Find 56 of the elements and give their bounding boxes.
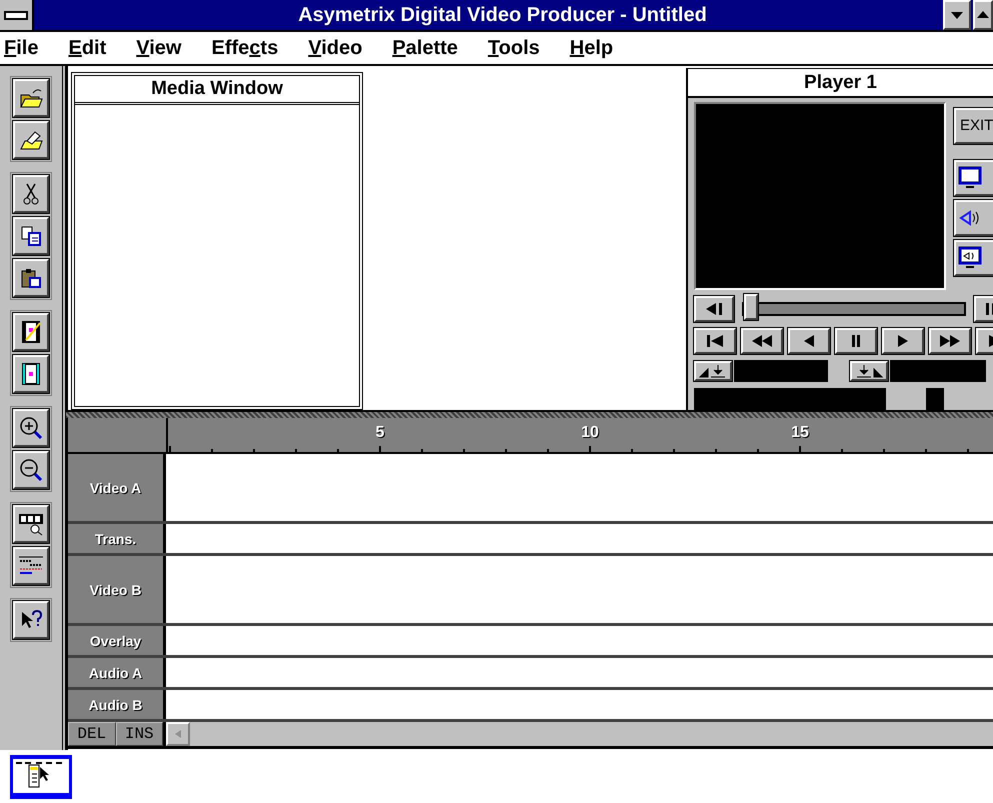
timeline-icon[interactable] xyxy=(13,547,49,585)
track-label: Audio B xyxy=(68,690,166,719)
ruler-label: 10 xyxy=(581,424,599,442)
film-icon[interactable] xyxy=(13,355,49,393)
splitter-bar[interactable] xyxy=(66,410,993,418)
ruler-label: 5 xyxy=(376,424,384,442)
open-folder-icon[interactable] xyxy=(13,79,49,117)
zoom-in-icon[interactable] xyxy=(13,409,49,447)
rewind-icon[interactable] xyxy=(741,328,783,354)
caret-up-icon xyxy=(976,10,990,20)
timeline-button[interactable]: INS xyxy=(116,722,163,746)
position-slider-thumb[interactable] xyxy=(744,294,758,320)
paste-icon[interactable] xyxy=(13,259,49,297)
media-window-title: Media Window xyxy=(75,76,359,105)
menu-item[interactable]: Palette xyxy=(392,36,458,60)
track-label: Overlay xyxy=(68,626,166,655)
film-edit-icon[interactable] xyxy=(13,313,49,351)
track-label: Audio A xyxy=(68,658,166,687)
folder-edit-icon[interactable] xyxy=(13,121,49,159)
play-icon[interactable] xyxy=(882,328,924,354)
player-title: Player 1 xyxy=(688,68,993,98)
monitor-speaker-icon[interactable] xyxy=(954,240,993,276)
exit-button[interactable]: EXIT xyxy=(954,108,993,144)
caret-down-icon xyxy=(950,10,964,20)
help-pointer-icon[interactable] xyxy=(13,601,49,639)
menu-item[interactable]: Video xyxy=(308,36,362,60)
copy-icon[interactable] xyxy=(13,217,49,255)
scissors-icon[interactable] xyxy=(13,175,49,213)
system-menu-button[interactable] xyxy=(0,0,34,30)
menu-item[interactable]: Edit xyxy=(68,36,106,60)
track-label: Video B xyxy=(68,556,166,623)
mark-in-icon[interactable] xyxy=(694,361,732,381)
window-title: Asymetrix Digital Video Producer - Untitled xyxy=(297,3,708,28)
minimize-button[interactable] xyxy=(943,0,971,30)
storyboard-search-icon[interactable] xyxy=(13,505,49,543)
speaker-icon[interactable] xyxy=(954,200,993,236)
pause-icon[interactable] xyxy=(835,328,877,354)
timeline-button[interactable]: DEL xyxy=(68,722,116,746)
application-window-icon[interactable] xyxy=(10,755,72,799)
maximize-button[interactable] xyxy=(973,0,993,30)
menu-item[interactable]: Help xyxy=(570,36,614,60)
ruler-label: 15 xyxy=(791,424,809,442)
menu-item[interactable]: View xyxy=(136,36,182,60)
menu-item[interactable]: File xyxy=(4,36,38,60)
menu-item[interactable]: Tools xyxy=(488,36,540,60)
track-label: Trans. xyxy=(68,524,166,553)
step-back-icon[interactable] xyxy=(694,296,734,322)
scroll-left-icon[interactable] xyxy=(166,722,190,746)
monitor-icon[interactable] xyxy=(954,160,993,196)
go-to-start-icon[interactable] xyxy=(694,328,736,354)
play-reverse-icon[interactable] xyxy=(788,328,830,354)
mark-out-icon[interactable] xyxy=(850,361,888,381)
zoom-out-icon[interactable] xyxy=(13,451,49,489)
fast-forward-icon[interactable] xyxy=(929,328,971,354)
track-label: Video A xyxy=(68,454,166,521)
menu-item[interactable]: Effects xyxy=(211,36,278,60)
